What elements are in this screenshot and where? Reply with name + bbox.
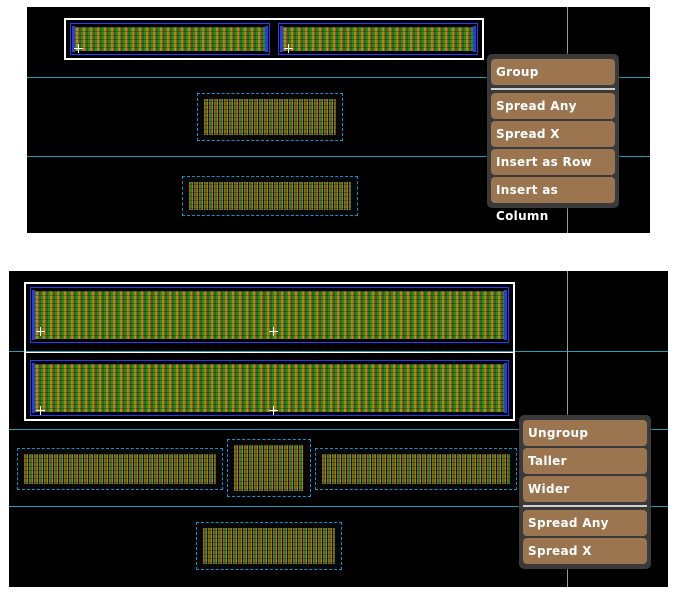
transistor-array[interactable]	[227, 439, 311, 497]
layout-canvas-top[interactable]: Group Spread Any Spread X Insert as Row …	[27, 7, 650, 233]
origin-marker	[36, 406, 45, 415]
menu-item-group[interactable]: Group	[491, 59, 615, 85]
menu-item-taller[interactable]: Taller	[523, 448, 647, 474]
origin-marker	[269, 327, 278, 336]
origin-marker	[269, 406, 278, 415]
origin-marker	[74, 44, 83, 53]
context-menu: Group Spread Any Spread X Insert as Row …	[487, 54, 619, 223]
transistor-array[interactable]	[17, 448, 223, 490]
transistor-array[interactable]	[70, 23, 270, 55]
transistor-array[interactable]	[182, 176, 358, 216]
transistor-array[interactable]	[196, 522, 342, 570]
layout-canvas-bottom[interactable]: Ungroup Taller Wider Spread Any Spread X	[9, 271, 668, 587]
menu-item-wider[interactable]: Wider	[523, 476, 647, 502]
selection-box[interactable]	[64, 18, 484, 60]
group-divider	[26, 352, 513, 353]
menu-item-ungroup[interactable]: Ungroup	[523, 420, 647, 446]
transistor-array[interactable]	[197, 93, 343, 141]
selection-box[interactable]	[24, 282, 515, 421]
origin-marker	[284, 44, 293, 53]
menu-separator	[523, 505, 647, 507]
menu-item-insert-as-row[interactable]: Insert as Row	[491, 149, 615, 175]
menu-item-spread-x[interactable]: Spread X	[491, 121, 615, 147]
origin-marker	[36, 327, 45, 336]
menu-item-spread-any[interactable]: Spread Any	[491, 93, 615, 119]
menu-separator	[491, 88, 615, 90]
context-menu: Ungroup Taller Wider Spread Any Spread X	[519, 415, 651, 569]
menu-item-spread-any[interactable]: Spread Any	[523, 510, 647, 536]
menu-item-insert-as-column[interactable]: Insert as Column	[491, 177, 615, 223]
menu-item-spread-x[interactable]: Spread X	[523, 538, 647, 564]
transistor-array[interactable]	[315, 448, 517, 490]
transistor-array[interactable]	[278, 23, 478, 55]
